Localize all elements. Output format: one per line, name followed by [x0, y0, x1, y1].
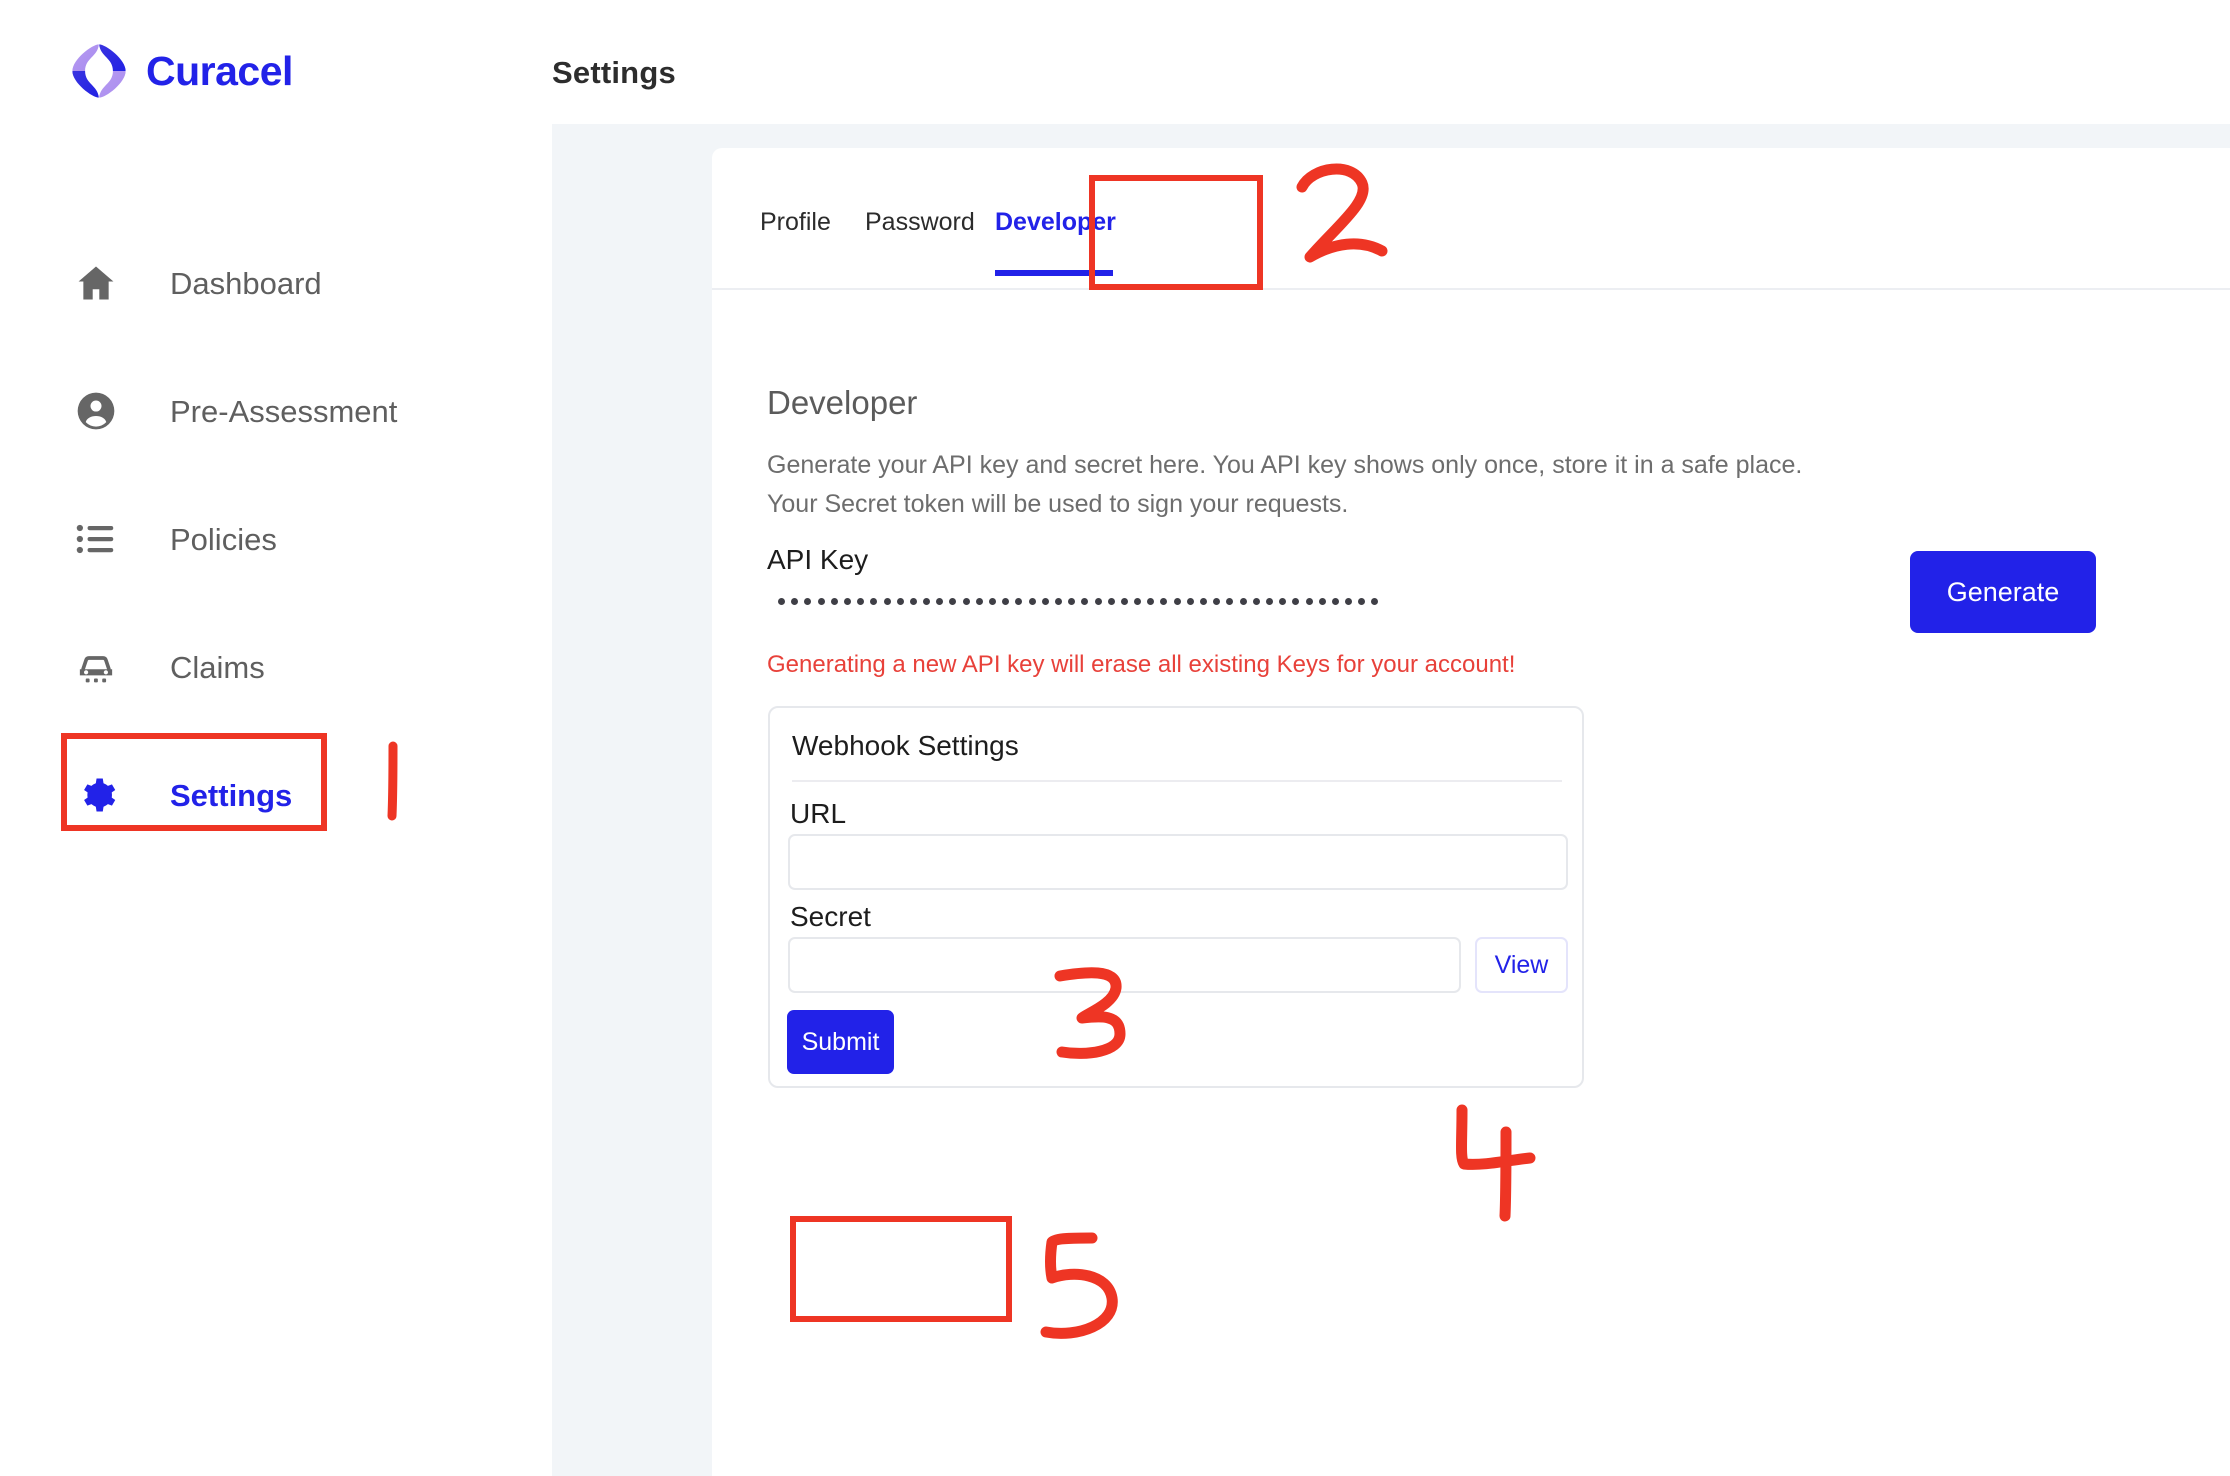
masked-character-dot — [1213, 597, 1221, 605]
brand-name: Curacel — [146, 47, 293, 94]
masked-character-dot — [989, 597, 996, 605]
api-key-masked-value — [778, 586, 1378, 616]
webhook-secret-input[interactable] — [788, 937, 1461, 993]
sidebar-item-claims[interactable]: Claims — [0, 636, 552, 698]
masked-character-dot — [870, 597, 878, 605]
settings-tabs: Profile Password Developer — [712, 148, 2230, 290]
masked-character-dot — [975, 597, 983, 605]
masked-character-dot — [804, 597, 812, 605]
masked-character-dot — [1200, 597, 1207, 605]
generate-button[interactable]: Generate — [1910, 551, 2096, 633]
masked-character-dot — [949, 597, 957, 605]
account-circle-icon — [70, 385, 122, 437]
masked-character-dot — [1345, 597, 1353, 605]
masked-character-dot — [1279, 597, 1287, 605]
masked-character-dot — [791, 597, 799, 605]
webhook-settings-title: Webhook Settings — [792, 730, 1019, 761]
brand-logo[interactable]: Curacel — [70, 42, 293, 100]
tab-password[interactable]: Password — [865, 210, 975, 235]
masked-character-dot — [923, 597, 931, 605]
masked-character-dot — [830, 597, 838, 605]
list-icon — [70, 513, 122, 565]
masked-character-dot — [1252, 597, 1260, 605]
view-secret-button[interactable]: View — [1475, 937, 1568, 993]
masked-character-dot — [1134, 597, 1142, 605]
masked-character-dot — [843, 597, 851, 605]
sidebar-item-label: Claims — [170, 649, 265, 685]
home-icon — [70, 257, 122, 309]
api-key-label: API Key — [767, 544, 869, 575]
masked-character-dot — [1107, 597, 1115, 605]
masked-character-dot — [1120, 597, 1128, 605]
masked-character-dot — [1292, 597, 1300, 605]
masked-character-dot — [1081, 597, 1089, 605]
sidebar-item-label: Settings — [170, 777, 293, 813]
webhook-url-input[interactable] — [788, 834, 1568, 890]
sidebar-item-label: Pre-Assessment — [170, 393, 398, 429]
masked-character-dot — [909, 597, 917, 605]
main-content: Settings Profile Password Developer Deve… — [552, 0, 2230, 1476]
masked-character-dot — [817, 597, 825, 605]
webhook-url-label: URL — [790, 798, 847, 829]
sidebar-nav: Dashboard Pre-Assessment Policies Claims… — [0, 252, 552, 892]
webhook-divider — [792, 780, 1562, 782]
sidebar-item-pre-assessment[interactable]: Pre-Assessment — [0, 380, 552, 442]
tab-active-indicator — [995, 270, 1113, 276]
masked-character-dot — [1147, 597, 1155, 605]
masked-character-dot — [1265, 597, 1273, 605]
masked-character-dot — [1094, 597, 1102, 605]
masked-character-dot — [1305, 597, 1313, 605]
sidebar-item-dashboard[interactable]: Dashboard — [0, 252, 552, 314]
masked-character-dot — [1318, 597, 1326, 605]
sidebar-item-policies[interactable]: Policies — [0, 508, 552, 570]
masked-character-dot — [936, 597, 944, 605]
page-title: Settings — [552, 55, 676, 90]
tab-developer[interactable]: Developer — [995, 210, 1116, 235]
sidebar-item-settings[interactable]: Settings — [0, 764, 552, 826]
gear-icon — [70, 769, 122, 821]
car-icon — [70, 641, 122, 693]
masked-character-dot — [1226, 597, 1234, 605]
masked-character-dot — [883, 597, 891, 605]
masked-character-dot — [1331, 597, 1339, 605]
content-background: Profile Password Developer Developer Gen… — [552, 124, 2230, 1476]
sidebar: Curacel Dashboard Pre-Assessment Policie… — [0, 0, 552, 1476]
sidebar-item-label: Policies — [170, 521, 277, 557]
masked-character-dot — [1186, 597, 1194, 605]
settings-panel: Profile Password Developer Developer Gen… — [712, 148, 2230, 1476]
webhook-secret-label: Secret — [790, 901, 871, 932]
developer-description: Generate your API key and secret here. Y… — [767, 451, 1803, 518]
api-key-warning: Generating a new API key will erase all … — [767, 651, 1516, 678]
masked-character-dot — [896, 597, 904, 605]
masked-character-dot — [857, 597, 865, 605]
developer-section-title: Developer — [767, 384, 918, 421]
curacel-diamond-logo-icon — [70, 42, 128, 100]
app-root: Curacel Dashboard Pre-Assessment Policie… — [0, 0, 2230, 1476]
masked-character-dot — [1054, 597, 1062, 605]
masked-character-dot — [778, 597, 785, 605]
sidebar-item-label: Dashboard — [170, 265, 322, 301]
masked-character-dot — [1041, 597, 1049, 605]
masked-character-dot — [1028, 597, 1036, 605]
masked-character-dot — [1160, 597, 1168, 605]
masked-character-dot — [962, 597, 970, 605]
masked-character-dot — [1371, 597, 1378, 605]
masked-character-dot — [1002, 597, 1010, 605]
masked-character-dot — [1068, 597, 1076, 605]
tab-profile[interactable]: Profile — [760, 210, 831, 235]
masked-character-dot — [1015, 597, 1023, 605]
masked-character-dot — [1173, 597, 1181, 605]
webhook-submit-button[interactable]: Submit — [787, 1010, 894, 1074]
masked-character-dot — [1239, 597, 1247, 605]
masked-character-dot — [1358, 597, 1366, 605]
